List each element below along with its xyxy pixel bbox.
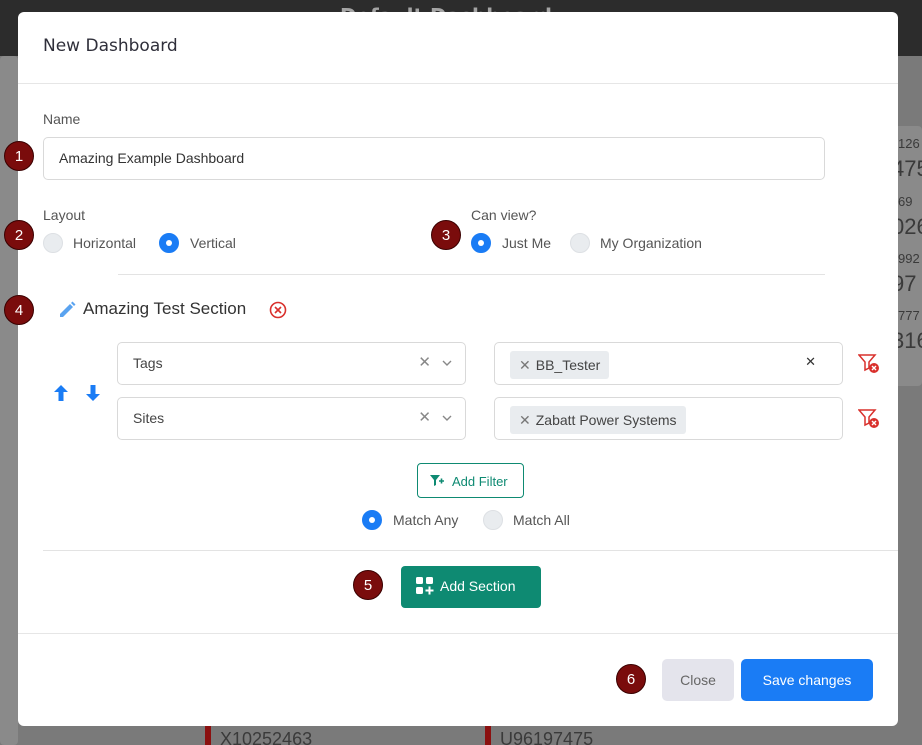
filter-field-value: Sites: [133, 410, 165, 426]
chip-label: Zabatt Power Systems: [535, 412, 677, 428]
step-marker-4: 4: [4, 295, 34, 325]
value-chip: ✕ Zabatt Power Systems: [510, 406, 686, 434]
chip-label: BB_Tester: [535, 357, 601, 373]
bg-red-bar: [485, 724, 491, 745]
pencil-edit-icon[interactable]: [58, 301, 76, 319]
arrow-up-icon[interactable]: [53, 384, 69, 402]
just-me-label[interactable]: Just Me: [502, 235, 551, 251]
bg-tile-small: 69: [898, 194, 913, 209]
filter-field-select[interactable]: Sites ✕: [117, 397, 466, 440]
just-me-radio[interactable]: [471, 233, 491, 253]
add-section-button[interactable]: Add Section: [401, 566, 541, 608]
match-all-label[interactable]: Match All: [513, 512, 570, 528]
value-chip: ✕ BB_Tester: [510, 351, 610, 379]
add-widget-icon: [416, 577, 434, 595]
add-filter-button[interactable]: Add Filter: [417, 463, 524, 498]
match-any-label[interactable]: Match Any: [393, 512, 458, 528]
filter-plus-icon: [430, 475, 444, 486]
step-marker-6: 6: [616, 664, 646, 694]
layout-vertical-radio[interactable]: [159, 233, 179, 253]
clear-all-icon[interactable]: ✕: [805, 355, 816, 370]
layout-label: Layout: [43, 207, 86, 223]
modal-header: New Dashboard: [18, 12, 898, 84]
remove-filter-icon[interactable]: [858, 354, 880, 374]
clear-icon[interactable]: ✕: [418, 353, 431, 371]
bg-tile-small: 126: [898, 136, 920, 151]
bg-tile-small: 992: [898, 251, 920, 266]
dashboard-name-input[interactable]: Amazing Example Dashboard: [43, 137, 825, 180]
step-marker-1: 1: [4, 141, 34, 171]
add-section-label: Add Section: [440, 578, 516, 594]
bg-id: U96197475: [500, 729, 594, 745]
chevron-down-icon[interactable]: [441, 409, 453, 427]
arrow-down-icon[interactable]: [85, 384, 101, 402]
filter-field-value: Tags: [133, 355, 163, 371]
save-changes-button[interactable]: Save changes: [741, 659, 873, 701]
filter-field-select[interactable]: Tags ✕: [117, 342, 466, 385]
filter-values-select[interactable]: ✕ Zabatt Power Systems: [494, 397, 843, 440]
step-marker-2: 2: [4, 220, 34, 250]
modal-footer-divider: [18, 633, 898, 634]
new-dashboard-modal: New Dashboard Name Amazing Example Dashb…: [4, 12, 898, 726]
name-label: Name: [43, 111, 81, 127]
add-filter-label: Add Filter: [452, 474, 508, 489]
section-end-divider: [43, 550, 898, 551]
remove-filter-icon[interactable]: [858, 409, 880, 429]
can-view-label: Can view?: [471, 207, 537, 223]
close-button[interactable]: Close: [662, 659, 734, 701]
remove-section-icon[interactable]: [269, 301, 287, 319]
section-title: Amazing Test Section: [83, 299, 247, 318]
chevron-down-icon[interactable]: [441, 354, 453, 372]
filter-values-select[interactable]: ✕ BB_Tester ✕: [494, 342, 843, 385]
bg-id: X10252463: [220, 729, 313, 745]
match-all-radio[interactable]: [483, 510, 503, 530]
clear-icon[interactable]: ✕: [418, 408, 431, 426]
bg-red-bar: [205, 724, 211, 745]
bg-tile-small: 777: [898, 308, 920, 323]
modal-title: New Dashboard: [43, 36, 178, 56]
step-marker-5: 5: [353, 570, 383, 600]
step-marker-3: 3: [431, 220, 461, 250]
chip-remove-icon[interactable]: ✕: [519, 412, 531, 428]
chip-remove-icon[interactable]: ✕: [519, 357, 531, 373]
layout-horizontal-label[interactable]: Horizontal: [73, 235, 136, 251]
layout-vertical-label[interactable]: Vertical: [190, 235, 236, 251]
layout-horizontal-radio[interactable]: [43, 233, 63, 253]
section-divider: [118, 274, 825, 275]
my-organization-radio[interactable]: [570, 233, 590, 253]
my-organization-label[interactable]: My Organization: [600, 235, 702, 251]
match-any-radio[interactable]: [362, 510, 382, 530]
